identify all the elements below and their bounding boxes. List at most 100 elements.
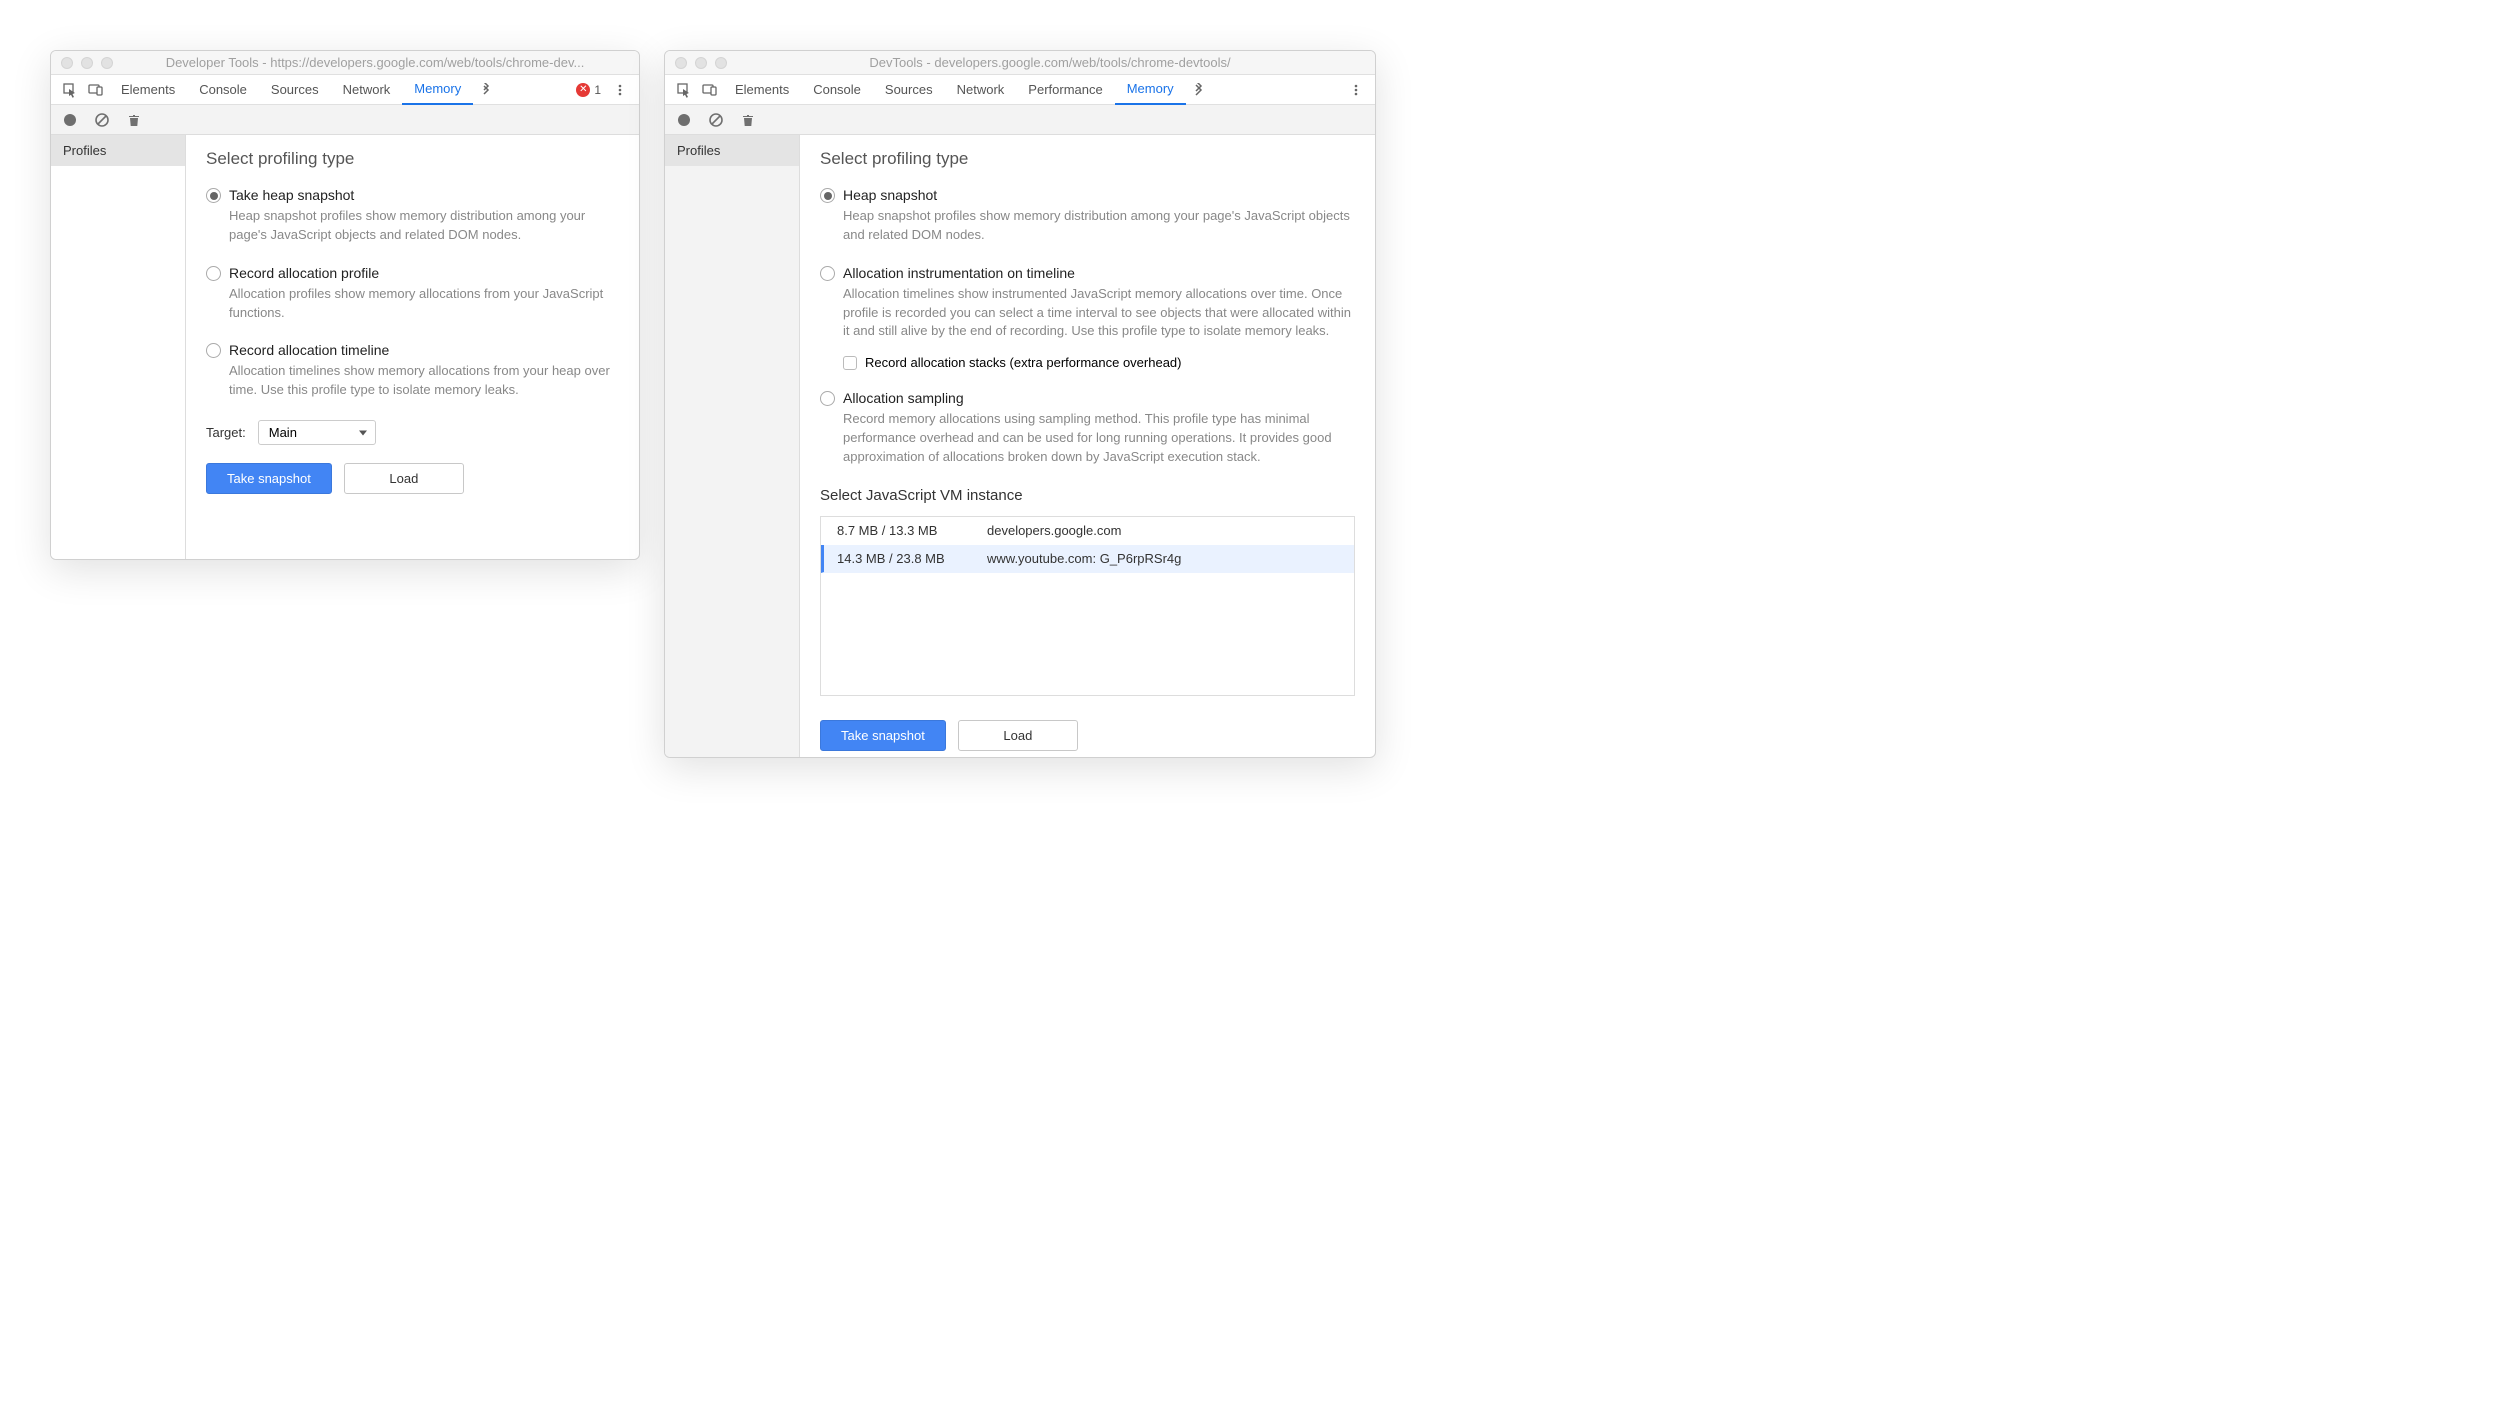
button-row: Take snapshot Load [820, 720, 1355, 751]
record-icon[interactable] [61, 111, 79, 129]
sidebar: Profiles [51, 135, 186, 559]
maximize-window-button[interactable] [715, 57, 727, 69]
tab-sources[interactable]: Sources [259, 75, 331, 105]
tab-network[interactable]: Network [945, 75, 1017, 105]
maximize-window-button[interactable] [101, 57, 113, 69]
kebab-menu-icon[interactable] [607, 75, 633, 105]
clear-icon[interactable] [93, 111, 111, 129]
take-snapshot-button[interactable]: Take snapshot [206, 463, 332, 494]
take-snapshot-button[interactable]: Take snapshot [820, 720, 946, 751]
tab-memory[interactable]: Memory [1115, 75, 1186, 105]
option-heap-snapshot[interactable]: Take heap snapshot Heap snapshot profile… [206, 187, 619, 245]
devtools-window-new: DevTools - developers.google.com/web/too… [664, 50, 1376, 758]
tab-elements[interactable]: Elements [109, 75, 187, 105]
tab-sources[interactable]: Sources [873, 75, 945, 105]
device-toggle-icon[interactable] [83, 75, 109, 105]
more-tabs-icon[interactable] [473, 75, 499, 105]
option-allocation-instrumentation[interactable]: Allocation instrumentation on timeline A… [820, 265, 1355, 371]
trash-icon[interactable] [125, 111, 143, 129]
radio-description: Allocation timelines show memory allocat… [229, 362, 619, 400]
radio-description: Allocation timelines show instrumented J… [843, 285, 1355, 342]
record-stacks-label: Record allocation stacks (extra performa… [865, 355, 1181, 370]
devtools-window-old: Developer Tools - https://developers.goo… [50, 50, 640, 560]
memory-toolbar [665, 105, 1375, 135]
radio-label: Take heap snapshot [229, 187, 354, 203]
main-panel: Select profiling type Heap snapshot Heap… [800, 135, 1375, 757]
tabs-bar: Elements Console Sources Network Memory … [51, 75, 639, 105]
profiling-type-heading: Select profiling type [820, 149, 1355, 169]
tab-elements[interactable]: Elements [723, 75, 801, 105]
trash-icon[interactable] [739, 111, 757, 129]
minimize-window-button[interactable] [81, 57, 93, 69]
kebab-menu-icon[interactable] [1343, 75, 1369, 105]
radio-label: Allocation instrumentation on timeline [843, 265, 1075, 281]
vm-instance-table: 8.7 MB / 13.3 MB developers.google.com 1… [820, 516, 1355, 696]
option-allocation-sampling[interactable]: Allocation sampling Record memory alloca… [820, 390, 1355, 467]
option-allocation-timeline[interactable]: Record allocation timeline Allocation ti… [206, 342, 619, 400]
sidebar: Profiles [665, 135, 800, 757]
load-button[interactable]: Load [344, 463, 464, 494]
radio-label: Record allocation timeline [229, 342, 389, 358]
more-tabs-icon[interactable] [1186, 75, 1212, 105]
titlebar: DevTools - developers.google.com/web/too… [665, 51, 1375, 75]
record-icon[interactable] [675, 111, 693, 129]
content: Profiles Select profiling type Take heap… [51, 135, 639, 559]
content: Profiles Select profiling type Heap snap… [665, 135, 1375, 757]
traffic-lights [61, 57, 113, 69]
radio-description: Heap snapshot profiles show memory distr… [843, 207, 1355, 245]
window-title: DevTools - developers.google.com/web/too… [735, 55, 1365, 70]
minimize-window-button[interactable] [695, 57, 707, 69]
radio-allocation-timeline[interactable] [206, 343, 221, 358]
memory-toolbar [51, 105, 639, 135]
option-allocation-profile[interactable]: Record allocation profile Allocation pro… [206, 265, 619, 323]
error-badge[interactable]: ✕ 1 [576, 83, 601, 97]
radio-label: Allocation sampling [843, 390, 964, 406]
vm-host: www.youtube.com: G_P6rpRSr4g [987, 551, 1338, 566]
traffic-lights [675, 57, 727, 69]
radio-allocation-profile[interactable] [206, 266, 221, 281]
tab-memory[interactable]: Memory [402, 75, 473, 105]
radio-allocation-sampling[interactable] [820, 391, 835, 406]
vm-size: 14.3 MB / 23.8 MB [837, 551, 987, 566]
titlebar: Developer Tools - https://developers.goo… [51, 51, 639, 75]
button-row: Take snapshot Load [206, 463, 619, 494]
inspect-icon[interactable] [57, 75, 83, 105]
tabs-bar: Elements Console Sources Network Perform… [665, 75, 1375, 105]
target-select[interactable]: Main [258, 420, 376, 445]
tab-performance[interactable]: Performance [1016, 75, 1114, 105]
radio-description: Record memory allocations using sampling… [843, 410, 1355, 467]
profiling-type-heading: Select profiling type [206, 149, 619, 169]
device-toggle-icon[interactable] [697, 75, 723, 105]
record-stacks-checkbox[interactable] [843, 356, 857, 370]
radio-heap-snapshot[interactable] [206, 188, 221, 203]
tab-network[interactable]: Network [331, 75, 403, 105]
option-heap-snapshot[interactable]: Heap snapshot Heap snapshot profiles sho… [820, 187, 1355, 245]
radio-description: Heap snapshot profiles show memory distr… [229, 207, 619, 245]
target-label: Target: [206, 425, 246, 440]
sidebar-item-profiles[interactable]: Profiles [51, 135, 185, 166]
inspect-icon[interactable] [671, 75, 697, 105]
main-panel: Select profiling type Take heap snapshot… [186, 135, 639, 559]
tab-console[interactable]: Console [187, 75, 259, 105]
error-count: 1 [594, 83, 601, 97]
radio-allocation-instrumentation[interactable] [820, 266, 835, 281]
radio-label: Record allocation profile [229, 265, 379, 281]
vm-instance-heading: Select JavaScript VM instance [820, 487, 1355, 504]
radio-description: Allocation profiles show memory allocati… [229, 285, 619, 323]
target-row: Target: Main [206, 420, 619, 445]
radio-heap-snapshot[interactable] [820, 188, 835, 203]
tab-console[interactable]: Console [801, 75, 873, 105]
record-stacks-row[interactable]: Record allocation stacks (extra performa… [843, 355, 1355, 370]
close-window-button[interactable] [675, 57, 687, 69]
radio-label: Heap snapshot [843, 187, 937, 203]
window-title: Developer Tools - https://developers.goo… [121, 55, 629, 70]
vm-instance-row[interactable]: 14.3 MB / 23.8 MB www.youtube.com: G_P6r… [821, 545, 1354, 573]
vm-instance-row[interactable]: 8.7 MB / 13.3 MB developers.google.com [821, 517, 1354, 545]
vm-size: 8.7 MB / 13.3 MB [837, 523, 987, 538]
clear-icon[interactable] [707, 111, 725, 129]
load-button[interactable]: Load [958, 720, 1078, 751]
error-icon: ✕ [576, 83, 590, 97]
sidebar-item-profiles[interactable]: Profiles [665, 135, 799, 166]
close-window-button[interactable] [61, 57, 73, 69]
vm-host: developers.google.com [987, 523, 1338, 538]
